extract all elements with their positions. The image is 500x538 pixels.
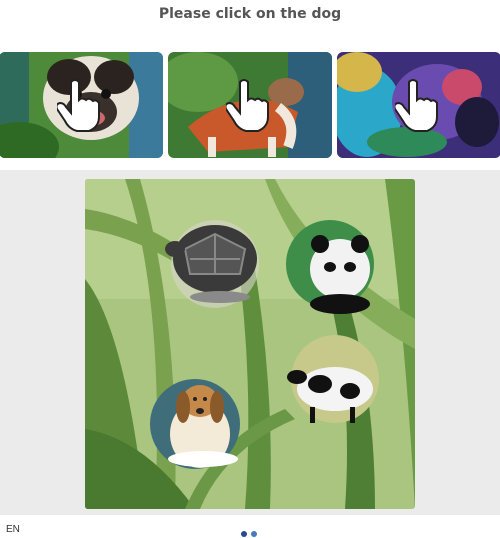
example-dog-1 — [0, 52, 163, 158]
example-images-row — [0, 52, 500, 160]
challenge-canvas[interactable] — [85, 179, 415, 509]
hand-pointer-icon — [395, 79, 438, 132]
language-selector[interactable]: EN — [6, 524, 20, 535]
example-dog-3 — [337, 52, 500, 158]
instruction-title: Please click on the dog — [158, 6, 342, 22]
item-dog[interactable] — [150, 379, 240, 469]
dots-icon — [241, 531, 257, 537]
hand-pointer-icon — [226, 79, 269, 132]
example-dog-2 — [168, 52, 332, 158]
hand-pointer-icon — [57, 79, 100, 132]
challenge-panel — [0, 170, 500, 515]
footer: EN — [0, 518, 500, 537]
